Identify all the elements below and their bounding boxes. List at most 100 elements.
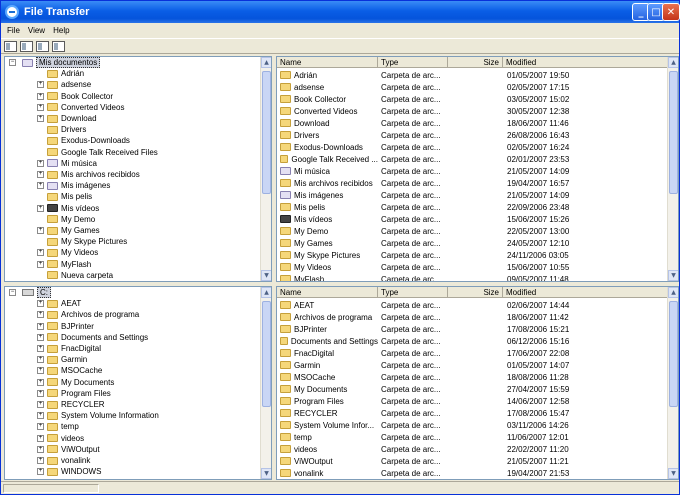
- file-row[interactable]: My Videos Carpeta de arc... 15/06/2007 10:…: [277, 261, 603, 273]
- tree-item[interactable]: + Garmin: [37, 354, 87, 365]
- column-header-size[interactable]: Size: [448, 287, 503, 298]
- tree-item[interactable]: + Mis vídeos: [37, 203, 99, 214]
- expand-icon[interactable]: +: [37, 345, 44, 352]
- file-row[interactable]: MyFlash Carpeta de arc... 09/05/2007 11:48: [277, 273, 603, 281]
- menu-view[interactable]: View: [28, 26, 45, 35]
- column-header-modified[interactable]: Modified: [503, 287, 668, 298]
- tree-item[interactable]: + ViWOutput: [37, 444, 100, 455]
- file-row[interactable]: Program Files Carpeta de arc... 14/06/2007…: [277, 395, 603, 407]
- file-row[interactable]: Mis vídeos Carpeta de arc... 15/06/2007 15…: [277, 213, 603, 225]
- tree-item[interactable]: + AEAT: [37, 298, 81, 309]
- file-row[interactable]: My Documents Carpeta de arc... 27/04/2007 …: [277, 383, 603, 395]
- file-row[interactable]: BJPrinter Carpeta de arc... 17/08/2006 15:…: [277, 323, 603, 335]
- tree-item[interactable]: + adsense: [37, 79, 91, 90]
- expand-icon[interactable]: +: [37, 227, 44, 234]
- file-row[interactable]: ViWOutput Carpeta de arc... 21/05/2007 11:…: [277, 455, 603, 467]
- column-header-name[interactable]: Name: [277, 57, 378, 68]
- collapse-icon[interactable]: −: [9, 289, 16, 296]
- scroll-down-button[interactable]: ▼: [668, 468, 678, 479]
- close-button[interactable]: ✕: [662, 3, 680, 21]
- scroll-thumb[interactable]: [262, 301, 271, 407]
- tree-item[interactable]: Adrián: [47, 68, 84, 79]
- scroll-down-button[interactable]: ▼: [668, 270, 678, 281]
- column-header-name[interactable]: Name: [277, 287, 378, 298]
- tree-item[interactable]: + WINDOWS: [37, 466, 101, 477]
- tree-item[interactable]: My Demo: [47, 214, 95, 225]
- tree-root[interactable]: − Mis documentos: [9, 57, 101, 69]
- remote-folder-tree[interactable]: − C: + AEAT + Archivos de programa + BJPrinter +…: [4, 286, 272, 480]
- expand-icon[interactable]: +: [37, 182, 44, 190]
- vertical-scrollbar[interactable]: ▲ ▼: [667, 287, 678, 479]
- column-header-modified[interactable]: Modified: [503, 57, 668, 68]
- title-bar[interactable]: File Transfer _ □ ✕: [1, 1, 680, 23]
- expand-icon[interactable]: +: [37, 81, 44, 89]
- remote-file-list[interactable]: Name Type Size Modified AEAT Carpeta de arc..…: [276, 286, 679, 480]
- scroll-down-button[interactable]: ▼: [261, 270, 271, 281]
- collapse-icon[interactable]: −: [9, 59, 16, 66]
- tree-item[interactable]: + vonalink: [37, 455, 90, 466]
- local-folder-tree[interactable]: − Mis documentos Adrián + adsense + Book Colle…: [4, 56, 272, 282]
- view-thumbnails-button[interactable]: [52, 40, 65, 52]
- tree-item[interactable]: + Program Files: [37, 388, 111, 399]
- view-icons-button[interactable]: [4, 40, 17, 52]
- view-list-button[interactable]: [20, 40, 33, 52]
- column-header-size[interactable]: Size: [448, 57, 503, 68]
- expand-icon[interactable]: +: [37, 412, 44, 420]
- tree-item[interactable]: Nueva carpeta: [47, 270, 113, 281]
- column-header-type[interactable]: Type: [378, 57, 448, 68]
- tree-item[interactable]: + Converted Videos: [37, 102, 124, 113]
- tree-item[interactable]: + RECYCLER: [37, 399, 105, 410]
- expand-icon[interactable]: +: [37, 401, 44, 408]
- file-row[interactable]: RECYCLER Carpeta de arc... 17/08/2006 15:4…: [277, 407, 603, 419]
- file-row[interactable]: Book Collector Carpeta de arc... 03/05/200…: [277, 93, 603, 105]
- scroll-up-button[interactable]: ▲: [261, 287, 271, 298]
- local-file-list[interactable]: Name Type Size Modified Adrián Carpeta de arc…: [276, 56, 679, 282]
- file-row[interactable]: Google Talk Received ... Carpeta de arc..…: [277, 153, 603, 165]
- expand-icon[interactable]: +: [37, 260, 44, 268]
- vertical-scrollbar[interactable]: ▲ ▼: [667, 57, 678, 281]
- expand-icon[interactable]: +: [37, 159, 44, 167]
- tree-item[interactable]: + My Documents: [37, 377, 114, 388]
- scroll-down-button[interactable]: ▼: [261, 468, 271, 479]
- scroll-up-button[interactable]: ▲: [261, 57, 271, 68]
- expand-icon[interactable]: +: [37, 333, 44, 341]
- expand-icon[interactable]: +: [37, 378, 44, 386]
- tree-item[interactable]: + Mi música: [37, 158, 97, 169]
- expand-icon[interactable]: +: [37, 356, 44, 364]
- expand-icon[interactable]: +: [37, 389, 44, 397]
- tree-item[interactable]: My Skype Pictures: [47, 236, 127, 247]
- file-row[interactable]: MSOCache Carpeta de arc... 18/08/2006 11:2…: [277, 371, 603, 383]
- expand-icon[interactable]: +: [37, 92, 44, 100]
- file-row[interactable]: AEAT Carpeta de arc... 02/06/2007 14:44: [277, 299, 603, 311]
- tree-root[interactable]: − C:: [9, 287, 51, 299]
- scroll-up-button[interactable]: ▲: [668, 287, 678, 298]
- file-row[interactable]: Mis pelis Carpeta de arc... 22/09/2006 23:…: [277, 201, 603, 213]
- file-row[interactable]: Mi música Carpeta de arc... 21/05/2007 14:…: [277, 165, 603, 177]
- expand-icon[interactable]: +: [37, 367, 44, 375]
- expand-icon[interactable]: +: [37, 434, 44, 442]
- menu-file[interactable]: File: [7, 26, 20, 35]
- file-row[interactable]: Adrián Carpeta de arc... 01/05/2007 19:50: [277, 69, 603, 81]
- expand-icon[interactable]: +: [37, 249, 44, 257]
- file-row[interactable]: Garmin Carpeta de arc... 01/05/2007 14:07: [277, 359, 603, 371]
- vertical-scrollbar[interactable]: ▲ ▼: [260, 287, 271, 479]
- tree-item[interactable]: + Mis archivos recibidos: [37, 169, 140, 180]
- tree-item[interactable]: + Download: [37, 113, 97, 124]
- tree-item[interactable]: + MyFlash: [37, 259, 91, 270]
- tree-item[interactable]: + BJPrinter: [37, 321, 94, 332]
- tree-item[interactable]: + My Games: [37, 225, 100, 236]
- expand-icon[interactable]: +: [37, 300, 44, 308]
- tree-item[interactable]: Drivers: [47, 124, 86, 135]
- file-row[interactable]: Mis archivos recibidos Carpeta de arc... 1…: [277, 177, 603, 189]
- column-header-type[interactable]: Type: [378, 287, 448, 298]
- file-row[interactable]: System Volume Infor... Carpeta de arc... 0…: [277, 419, 603, 431]
- file-row[interactable]: My Skype Pictures Carpeta de arc... 24/11/…: [277, 249, 603, 261]
- expand-icon[interactable]: +: [37, 468, 44, 476]
- file-row[interactable]: Archivos de programa Carpeta de arc... 18/…: [277, 311, 603, 323]
- tree-item[interactable]: + Book Collector: [37, 91, 113, 102]
- expand-icon[interactable]: +: [37, 115, 44, 122]
- expand-icon[interactable]: +: [37, 103, 44, 111]
- file-row[interactable]: Download Carpeta de arc... 18/06/2007 11:4…: [277, 117, 603, 129]
- expand-icon[interactable]: +: [37, 171, 44, 178]
- scroll-thumb[interactable]: [669, 71, 678, 194]
